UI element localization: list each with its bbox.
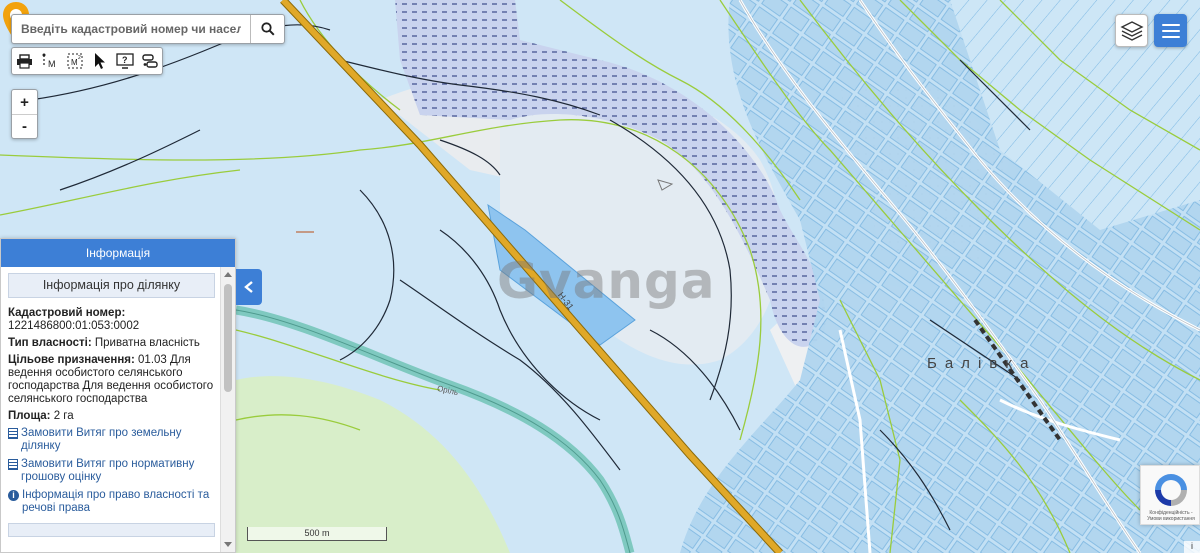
measure-distance-button[interactable]: M [37, 48, 62, 74]
search-input[interactable] [12, 15, 250, 43]
next-section-title [8, 523, 215, 537]
svg-text:?: ? [122, 55, 128, 65]
area-row: Площа: 2 га [8, 410, 215, 423]
chevron-left-icon [244, 281, 253, 293]
recaptcha-icon [1155, 474, 1187, 506]
layers-button[interactable] [1115, 14, 1148, 47]
search-button[interactable] [250, 15, 284, 43]
scale-bar: 500 m [247, 527, 387, 541]
help-button[interactable]: ? [112, 48, 137, 74]
collapse-panel-button[interactable] [236, 269, 262, 305]
route-icon [141, 54, 158, 68]
measure-area-button[interactable]: M 2 [62, 48, 87, 74]
cadastral-number-row: Кадастровий номер: 1221486800:01:053:000… [8, 307, 215, 333]
area-label: Площа: [8, 410, 51, 422]
ownership-row: Тип власності: Приватна власність [8, 337, 215, 350]
search-icon [260, 22, 275, 36]
recaptcha-text: Конфіденційність - Умови використання [1147, 510, 1195, 522]
zoom-in-button[interactable]: + [12, 90, 37, 114]
document-icon [8, 459, 18, 470]
order-land-extract-label: Замовити Витяг про земельну ділянку [21, 427, 182, 452]
svg-text:M: M [71, 58, 78, 67]
search-box [11, 14, 285, 44]
panel-scrollbar[interactable] [220, 267, 235, 552]
scroll-down-arrow-icon[interactable] [224, 542, 232, 547]
attribution-button[interactable]: i [1184, 541, 1200, 553]
ownership-value: Приватна власність [94, 337, 200, 349]
hamburger-line [1161, 23, 1180, 26]
hamburger-line [1161, 29, 1180, 32]
order-land-extract-link[interactable]: Замовити Витяг про земельну ділянку [8, 427, 215, 453]
info-panel-header: Інформація [1, 239, 235, 267]
pointer-icon [94, 53, 105, 69]
ownership-rights-link[interactable]: i Інформація про право власності та речо… [8, 489, 215, 515]
measure-distance-icon: M [42, 53, 56, 69]
print-icon [17, 53, 32, 69]
order-valuation-extract-link[interactable]: Замовити Витяг про нормативну грошову оц… [8, 458, 215, 484]
layers-icon [1119, 20, 1144, 41]
document-icon [8, 428, 18, 439]
ownership-label: Тип власності: [8, 337, 92, 349]
purpose-label: Цільове призначення: [8, 354, 135, 366]
print-button[interactable] [12, 48, 37, 74]
scroll-up-arrow-icon[interactable] [224, 272, 232, 277]
watermark: Gvanga [497, 252, 716, 310]
svg-text:2: 2 [78, 55, 81, 61]
info-panel: Інформація Інформація про ділянку Кадаст… [0, 238, 236, 553]
place-label: Балівка [927, 355, 1037, 372]
menu-button[interactable] [1154, 14, 1187, 47]
svg-text:M: M [48, 59, 56, 69]
route-button[interactable] [137, 48, 162, 74]
cadastral-number-label: Кадастровий номер: [8, 307, 126, 319]
zoom-control: + - [11, 89, 38, 139]
map-toolbar: M M 2 ? [11, 47, 163, 75]
zoom-out-button[interactable]: - [12, 114, 37, 138]
help-icon: ? [115, 53, 134, 69]
info-icon: i [8, 490, 19, 501]
hamburger-line [1161, 35, 1180, 38]
area-value: 2 га [53, 410, 74, 422]
order-valuation-extract-label: Замовити Витяг про нормативну грошову оц… [21, 458, 195, 483]
purpose-row: Цільове призначення: 01.03 Для ведення о… [8, 354, 215, 406]
recaptcha-badge[interactable]: Конфіденційність - Умови використання [1140, 465, 1200, 525]
pointer-button[interactable] [87, 48, 112, 74]
scroll-thumb[interactable] [224, 284, 232, 392]
ownership-rights-label: Інформація про право власності та речові… [22, 489, 210, 514]
measure-area-icon: M 2 [67, 53, 82, 69]
info-panel-body: Інформація про ділянку Кадастровий номер… [1, 267, 222, 552]
parcel-info-title: Інформація про ділянку [8, 273, 215, 298]
cadastral-number-value: 1221486800:01:053:0002 [8, 320, 140, 332]
